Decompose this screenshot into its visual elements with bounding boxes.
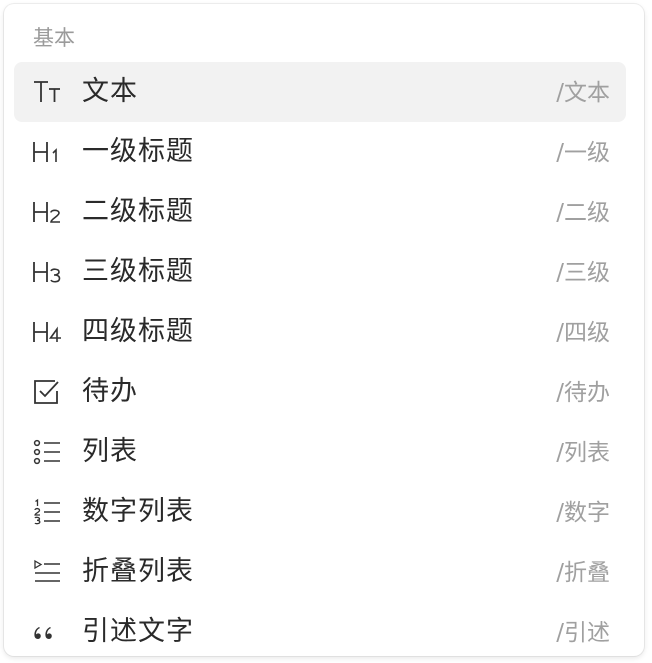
menu-item-shortcut: /三级: [556, 260, 610, 286]
quote-icon: [32, 617, 64, 647]
numbered-list-icon: [32, 497, 64, 527]
menu-item-label: 折叠列表: [82, 556, 194, 587]
menu-item-shortcut: /引述: [556, 620, 610, 646]
menu-item-label: 列表: [82, 436, 138, 467]
menu-item-label: 四级标题: [82, 316, 194, 347]
menu-item-heading-1[interactable]: 一级标题 /一级: [14, 122, 626, 182]
section-title: 基本: [33, 26, 75, 50]
menu-item-shortcut: /数字: [556, 500, 610, 526]
menu-item-label: 待办: [82, 376, 138, 407]
checkbox-icon: [32, 377, 64, 407]
heading-2-icon: [32, 197, 64, 227]
menu-item-label: 一级标题: [82, 136, 194, 167]
heading-1-icon: [32, 137, 64, 167]
menu-item-shortcut: /二级: [556, 200, 610, 226]
menu-item-label: 引述文字: [82, 616, 194, 647]
menu-item-shortcut: /文本: [556, 80, 610, 106]
heading-3-icon: [32, 257, 64, 287]
menu-item-shortcut: /列表: [556, 440, 610, 466]
menu-item-bullet-list[interactable]: 列表 /列表: [14, 422, 626, 482]
menu-item-shortcut: /四级: [556, 320, 610, 346]
menu-item-todo[interactable]: 待办 /待办: [14, 362, 626, 422]
menu-item-numbered-list[interactable]: 数字列表 /数字: [14, 482, 626, 542]
menu-item-heading-4[interactable]: 四级标题 /四级: [14, 302, 626, 362]
menu-item-label: 数字列表: [82, 496, 194, 527]
bullet-list-icon: [32, 437, 64, 467]
menu-item-shortcut: /一级: [556, 140, 610, 166]
toggle-list-icon: [32, 557, 64, 587]
menu-item-shortcut: /待办: [556, 380, 610, 406]
menu-item-heading-3[interactable]: 三级标题 /三级: [14, 242, 626, 302]
menu-item-quote[interactable]: 引述文字 /引述: [14, 602, 626, 656]
menu-item-text[interactable]: 文本 /文本: [14, 62, 626, 122]
text-size-icon: [32, 77, 64, 107]
menu-item-toggle-list[interactable]: 折叠列表 /折叠: [14, 542, 626, 602]
menu-item-label: 三级标题: [82, 256, 194, 287]
block-insert-menu: 基本 文本 /文本 一级标题 /一级 二级标题 /二级 三级标题 /三级 四级标…: [4, 4, 644, 656]
menu-item-heading-2[interactable]: 二级标题 /二级: [14, 182, 626, 242]
heading-4-icon: [32, 317, 64, 347]
menu-item-label: 二级标题: [82, 196, 194, 227]
menu-item-shortcut: /折叠: [556, 560, 610, 586]
menu-item-label: 文本: [82, 76, 138, 107]
